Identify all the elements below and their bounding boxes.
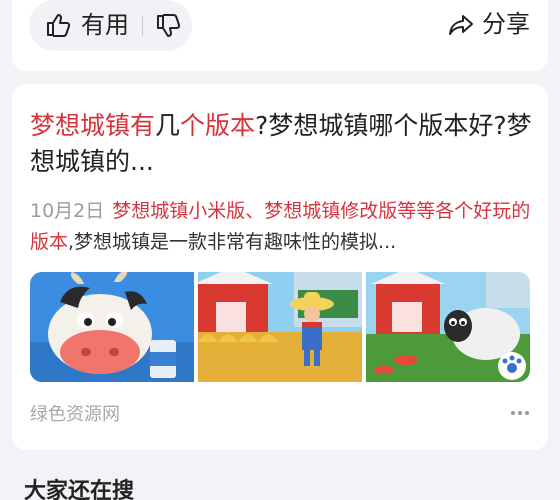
result-date: 10月2日 (30, 200, 105, 222)
result-title[interactable]: 梦想城镇有几个版本?梦想城镇哪个版本好?梦想城镇的... (30, 108, 535, 180)
result-images[interactable] (30, 272, 530, 382)
title-text-1: 几 (155, 111, 181, 140)
title-highlight-2: 个版本 (180, 111, 256, 140)
share-label: 分享 (482, 10, 530, 38)
useful-button[interactable]: 有用 (81, 9, 129, 42)
feedback-pill: 有用 (29, 0, 192, 51)
thumbs-up-icon[interactable] (45, 12, 71, 38)
search-result-card[interactable]: 梦想城镇有几个版本?梦想城镇哪个版本好?梦想城镇的... 10月2日 梦想城镇小米… (12, 84, 548, 450)
feedback-card: 有用 分享 (12, 0, 548, 71)
related-searches-heading: 大家还在搜 (24, 479, 135, 500)
result-snippet: 10月2日 梦想城镇小米版、梦想城镇修改版等等各个好玩的版本,梦想城镇是一款非常有… (30, 196, 535, 258)
pill-divider (142, 16, 143, 36)
farmer-barn-image[interactable] (198, 272, 362, 382)
share-icon (449, 14, 473, 35)
snippet-text: ,梦想城镇是一款非常有趣味性的模拟... (68, 231, 397, 253)
title-highlight-1: 梦想城镇有 (30, 111, 156, 140)
more-options-icon[interactable] (510, 406, 530, 420)
share-button[interactable]: 分享 (448, 8, 530, 41)
cartoon-cow-image[interactable] (30, 272, 194, 382)
result-source: 绿色资源网 (30, 404, 120, 425)
sheep-barn-image[interactable] (366, 272, 530, 382)
thumbs-down-icon[interactable] (155, 13, 181, 39)
